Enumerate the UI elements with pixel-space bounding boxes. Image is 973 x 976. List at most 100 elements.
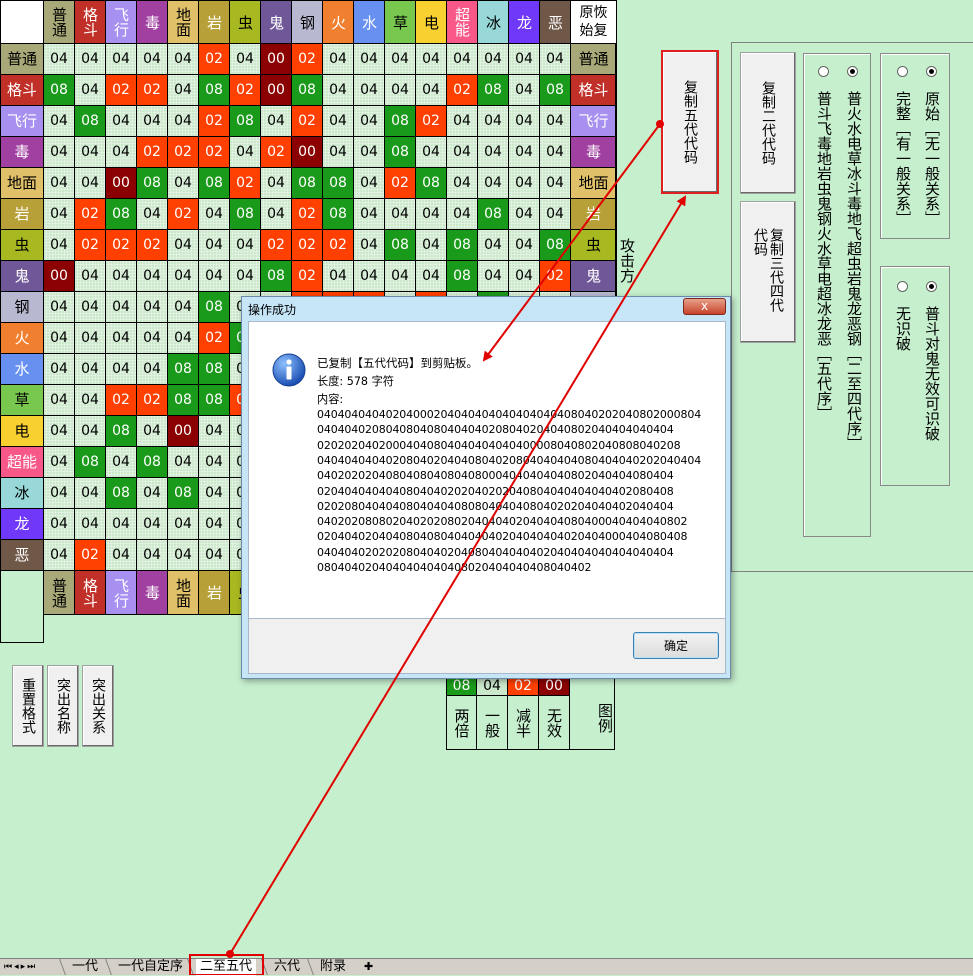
matrix-cell[interactable]: 04 [385,261,416,292]
matrix-cell[interactable]: 08 [261,261,292,292]
matrix-cell[interactable]: 04 [540,168,571,199]
matrix-cell[interactable]: 04 [230,44,261,75]
matrix-cell[interactable]: 04 [416,44,447,75]
defender-header-10[interactable]: 水 [354,0,385,44]
matrix-cell[interactable]: 04 [478,137,509,168]
defender-header-5[interactable]: 岩 [199,0,230,44]
matrix-cell[interactable]: 04 [44,230,75,261]
matrix-cell[interactable]: 04 [447,137,478,168]
matrix-cell[interactable]: 04 [168,447,199,478]
defender-header-15[interactable]: 龙 [509,0,540,44]
matrix-cell[interactable]: 00 [44,261,75,292]
matrix-cell[interactable]: 04 [137,106,168,137]
matrix-cell[interactable]: 04 [75,323,106,354]
relation-original-radio[interactable] [926,66,937,77]
matrix-cell[interactable]: 02 [261,137,292,168]
matrix-cell[interactable]: 04 [44,44,75,75]
matrix-cell[interactable]: 04 [106,509,137,540]
matrix-cell[interactable]: 02 [137,137,168,168]
matrix-cell[interactable]: 02 [292,106,323,137]
copy-gen3-4-code-button[interactable]: 复制三代四代代码 [740,201,796,343]
matrix-cell[interactable]: 04 [168,44,199,75]
matrix-cell[interactable]: 02 [292,199,323,230]
matrix-cell[interactable]: 04 [168,261,199,292]
matrix-cell[interactable]: 02 [416,106,447,137]
matrix-cell[interactable]: 04 [44,323,75,354]
matrix-cell[interactable]: 04 [168,168,199,199]
matrix-cell[interactable]: 04 [323,44,354,75]
attacker-label-13[interactable]: 超能 [0,447,44,478]
matrix-cell[interactable]: 08 [168,478,199,509]
matrix-cell[interactable]: 02 [199,137,230,168]
matrix-cell[interactable]: 04 [199,478,230,509]
matrix-cell[interactable]: 04 [75,509,106,540]
matrix-cell[interactable]: 08 [323,168,354,199]
restore-original-cell[interactable]: 原恢始复 [570,0,617,44]
matrix-cell[interactable]: 04 [354,106,385,137]
matrix-cell[interactable]: 04 [75,168,106,199]
matrix-cell[interactable]: 04 [44,447,75,478]
matrix-cell[interactable]: 04 [44,292,75,323]
defender-header-16[interactable]: 恶 [540,0,571,44]
matrix-cell[interactable]: 04 [323,106,354,137]
matrix-cell[interactable]: 04 [168,75,199,106]
matrix-cell[interactable]: 08 [385,106,416,137]
highlight-relation-button[interactable]: 突出关系 [82,665,114,747]
attacker-label-14[interactable]: 冰 [0,478,44,509]
matrix-cell[interactable]: 08 [385,230,416,261]
matrix-cell[interactable]: 08 [168,354,199,385]
matrix-cell[interactable]: 04 [106,292,137,323]
matrix-cell[interactable]: 04 [447,106,478,137]
matrix-cell[interactable]: 04 [137,354,168,385]
matrix-cell[interactable]: 04 [199,199,230,230]
matrix-cell[interactable]: 04 [75,44,106,75]
matrix-cell[interactable]: 04 [199,230,230,261]
defender-header-12[interactable]: 电 [416,0,447,44]
matrix-cell[interactable]: 04 [509,230,540,261]
matrix-cell[interactable]: 04 [416,230,447,261]
matrix-cell[interactable]: 04 [137,540,168,571]
matrix-cell[interactable]: 04 [44,199,75,230]
matrix-cell[interactable]: 04 [75,478,106,509]
matrix-cell[interactable]: 04 [540,137,571,168]
attacker-label-16[interactable]: 恶 [0,540,44,571]
tab-scroll-arrows[interactable]: ⏮◂▸⏭ [4,959,37,975]
matrix-cell[interactable]: 04 [44,509,75,540]
matrix-cell[interactable]: 04 [354,199,385,230]
matrix-cell[interactable]: 04 [44,354,75,385]
matrix-cell[interactable]: 04 [75,385,106,416]
matrix-cell[interactable]: 04 [354,261,385,292]
matrix-cell[interactable]: 04 [137,199,168,230]
matrix-cell[interactable]: 04 [106,354,137,385]
matrix-cell[interactable]: 08 [44,75,75,106]
matrix-cell[interactable]: 08 [292,168,323,199]
matrix-cell[interactable]: 04 [44,540,75,571]
matrix-cell[interactable]: 04 [509,261,540,292]
matrix-cell[interactable]: 04 [137,509,168,540]
matrix-cell[interactable]: 02 [106,385,137,416]
matrix-cell[interactable]: 04 [354,75,385,106]
matrix-cell[interactable]: 04 [168,230,199,261]
matrix-cell[interactable]: 04 [106,540,137,571]
defender-header-9[interactable]: 火 [323,0,354,44]
defender-header-11[interactable]: 草 [385,0,416,44]
attacker-label-15[interactable]: 龙 [0,509,44,540]
attacker-label-8[interactable]: 钢 [0,292,44,323]
matrix-cell[interactable]: 08 [199,354,230,385]
attacker-label-5[interactable]: 岩 [0,199,44,230]
matrix-cell[interactable]: 02 [199,323,230,354]
matrix-cell[interactable]: 04 [230,137,261,168]
matrix-cell[interactable]: 02 [230,75,261,106]
sheet-tab-0[interactable]: 一代 [68,959,102,975]
matrix-cell[interactable]: 02 [137,230,168,261]
matrix-cell[interactable]: 08 [292,75,323,106]
matrix-cell[interactable]: 04 [509,44,540,75]
matrix-cell[interactable]: 04 [106,106,137,137]
matrix-cell[interactable]: 02 [292,44,323,75]
matrix-cell[interactable]: 02 [106,230,137,261]
matrix-cell[interactable]: 02 [323,230,354,261]
attacker-label-2[interactable]: 飞行 [0,106,44,137]
matrix-cell[interactable]: 04 [385,75,416,106]
matrix-cell[interactable]: 04 [137,44,168,75]
defender-header-2[interactable]: 飞行 [106,0,137,44]
